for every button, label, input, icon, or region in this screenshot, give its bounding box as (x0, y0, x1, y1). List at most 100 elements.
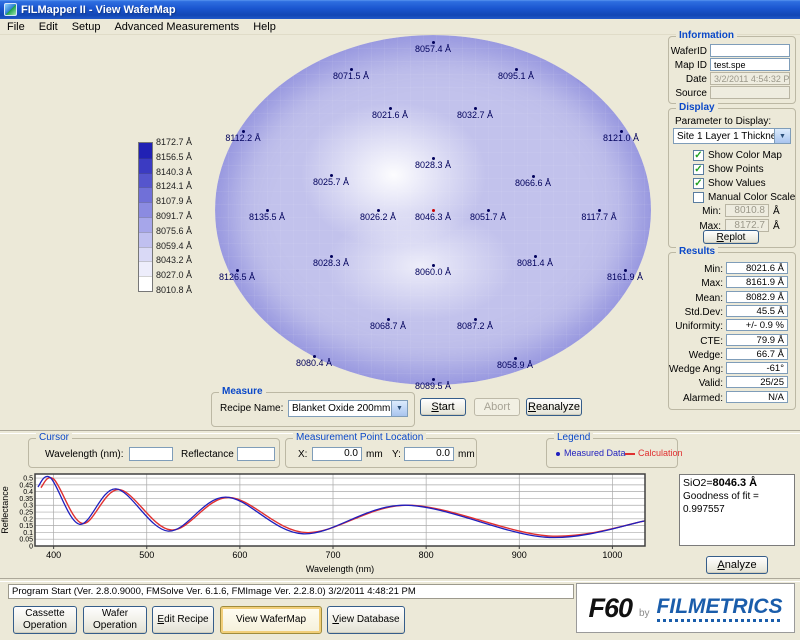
mpl-caption: Measurement Point Location (293, 432, 426, 443)
info-field-date[interactable]: 3/2/2011 4:54:32 PM (710, 72, 790, 85)
result-label-cte: CTE: (669, 336, 723, 347)
checkbox-box: ✓ (693, 178, 704, 189)
x-tick-label: 500 (139, 550, 154, 560)
result-label-uniformity: Uniformity: (669, 321, 723, 332)
parameter-dropdown-arrow-icon[interactable]: ▼ (774, 129, 790, 143)
recipe-dropdown-arrow-icon[interactable]: ▼ (391, 401, 407, 416)
cursor-group: Cursor Wavelength (nm): Reflectance (28, 438, 280, 468)
color-scale-label: 8172.7 Å (156, 137, 192, 147)
y-tick-label: 0.45 (19, 482, 33, 489)
logo-by: by (639, 608, 650, 619)
y-field[interactable]: 0.0 (404, 447, 454, 461)
checkbox-show-points[interactable]: ✓ Show Points (693, 163, 764, 175)
start-button[interactable]: Start (420, 398, 466, 416)
measured-data-dot-icon (556, 452, 560, 456)
logo-f60: F60 (588, 593, 632, 624)
color-scale-segment (139, 202, 152, 217)
divider-lower (0, 578, 800, 582)
abort-button[interactable]: Abort (474, 398, 520, 416)
wavelength-field[interactable] (129, 447, 173, 461)
wafer-point-value: 8046.3 Å (415, 212, 451, 222)
color-scale-label: 8010.8 Å (156, 285, 192, 295)
fit-thickness-value: 8046.3 Å (712, 477, 757, 489)
reanalyze-button[interactable]: Reanalyze (526, 398, 582, 416)
color-scale-label: 8124.1 Å (156, 181, 192, 191)
parameter-dropdown[interactable]: Site 1 Layer 1 Thickness ▼ (673, 128, 791, 144)
checkbox-label: Show Values (708, 178, 766, 189)
cassette-operation-button[interactable]: CassetteOperation (13, 606, 77, 634)
x-tick-label: 600 (232, 550, 247, 560)
checkbox-manual-color-scale[interactable]: Manual Color Scale (693, 191, 795, 203)
parameter-to-display-label: Parameter to Display: (675, 116, 771, 127)
color-scale-bar (138, 142, 153, 292)
result-field-cte: 79.9 Å (726, 334, 788, 346)
view-database-button[interactable]: View Database (327, 606, 405, 634)
checkbox-show-color-map[interactable]: ✓Show Color Map (693, 149, 782, 161)
logo-box: F60 by FILMETRICS (576, 583, 795, 633)
checkbox-box: ✓ (693, 164, 704, 175)
wafer-point-value: 8117.7 Å (581, 212, 616, 222)
wafer-point-value: 8021.6 Å (372, 110, 408, 120)
wafer-point-value: 8080.4 Å (296, 358, 332, 368)
color-scale-label: 8140.3 Å (156, 167, 192, 177)
min-field[interactable]: 8010.8 (725, 204, 769, 217)
result-field-wedge: 66.7 Å (726, 348, 788, 360)
result-field-min: 8021.6 Å (726, 262, 788, 274)
information-caption: Information (676, 30, 737, 41)
wafer-operation-button[interactable]: WaferOperation (83, 606, 147, 634)
wafer-point-value: 8028.3 Å (415, 160, 451, 170)
x-unit: mm (366, 449, 383, 460)
x-field[interactable]: 0.0 (312, 447, 362, 461)
menu-item-file[interactable]: File (0, 20, 32, 34)
view-wafermap-button[interactable]: View WaferMap (220, 606, 322, 634)
result-field-alarmed: N/A (726, 391, 788, 403)
y-unit: mm (458, 449, 475, 460)
wafer-point-value: 8095.1 Å (498, 71, 534, 81)
info-field-waferid[interactable] (710, 44, 790, 57)
menu-item-help[interactable]: Help (246, 20, 283, 34)
display-group: Display Parameter to Display: Site 1 Lay… (668, 108, 796, 248)
title-bar[interactable]: FILMapper II - View WaferMap (0, 0, 800, 19)
replot-button[interactable]: Replot (703, 230, 759, 244)
x-axis-label: Wavelength (nm) (306, 564, 374, 574)
color-scale-segment (139, 187, 152, 202)
fit-result-box: SiO2=8046.3 Å Goodness of fit = 0.997557 (679, 474, 795, 546)
goodness-of-fit-line: Goodness of fit = 0.997557 (683, 490, 791, 516)
info-label-date: Date (669, 74, 707, 85)
result-label-valid: Valid: (669, 378, 723, 389)
reflectance-field[interactable] (237, 447, 275, 461)
checkbox-show-values[interactable]: ✓ Show Values (693, 177, 766, 189)
menu-item-advanced-measurements[interactable]: Advanced Measurements (107, 20, 246, 34)
edit-recipe-button[interactable]: Edit Recipe (152, 606, 214, 634)
color-scale-segment (139, 276, 152, 291)
color-scale-segment (139, 143, 152, 158)
y-tick-label: 0.3 (23, 503, 33, 510)
result-label-min: Min: (669, 264, 723, 275)
color-scale-label: 8156.5 Å (156, 152, 192, 162)
checkbox-box (693, 192, 704, 203)
color-scale-segment (139, 173, 152, 188)
color-scale-label: 8091.7 Å (156, 211, 192, 221)
y-label: Y: (392, 449, 401, 460)
measure-caption: Measure (219, 386, 266, 397)
y-tick-label: 0.5 (23, 476, 33, 483)
spectrum-chart[interactable]: 00.050.10.150.20.250.30.350.40.450.54005… (0, 470, 680, 577)
menu-item-setup[interactable]: Setup (65, 20, 108, 34)
menu-item-edit[interactable]: Edit (32, 20, 65, 34)
checkbox-label: Show Points (708, 164, 764, 175)
result-field-uniformity: +/- 0.9 % (726, 319, 788, 331)
info-field-map-id[interactable]: test.spe (710, 58, 790, 71)
analyze-button[interactable]: Analyze (706, 556, 768, 574)
wafer-point-value: 8058.9 Å (497, 360, 533, 370)
recipe-dropdown[interactable]: Blanket Oxide 200mm ▼ (288, 400, 408, 417)
info-field-source[interactable] (710, 86, 790, 99)
legend-caption: Legend (554, 432, 593, 443)
y-tick-label: 0.05 (19, 537, 33, 544)
result-field-max: 8161.9 Å (726, 276, 788, 288)
x-tick-label: 800 (419, 550, 434, 560)
color-scale-segment (139, 247, 152, 262)
result-field-wedgeang: -61° (726, 362, 788, 374)
wafer-point-value: 8161.9 Å (607, 272, 643, 282)
result-label-stddev: Std.Dev: (669, 307, 723, 318)
wafer-point-value: 8028.3 Å (313, 258, 349, 268)
